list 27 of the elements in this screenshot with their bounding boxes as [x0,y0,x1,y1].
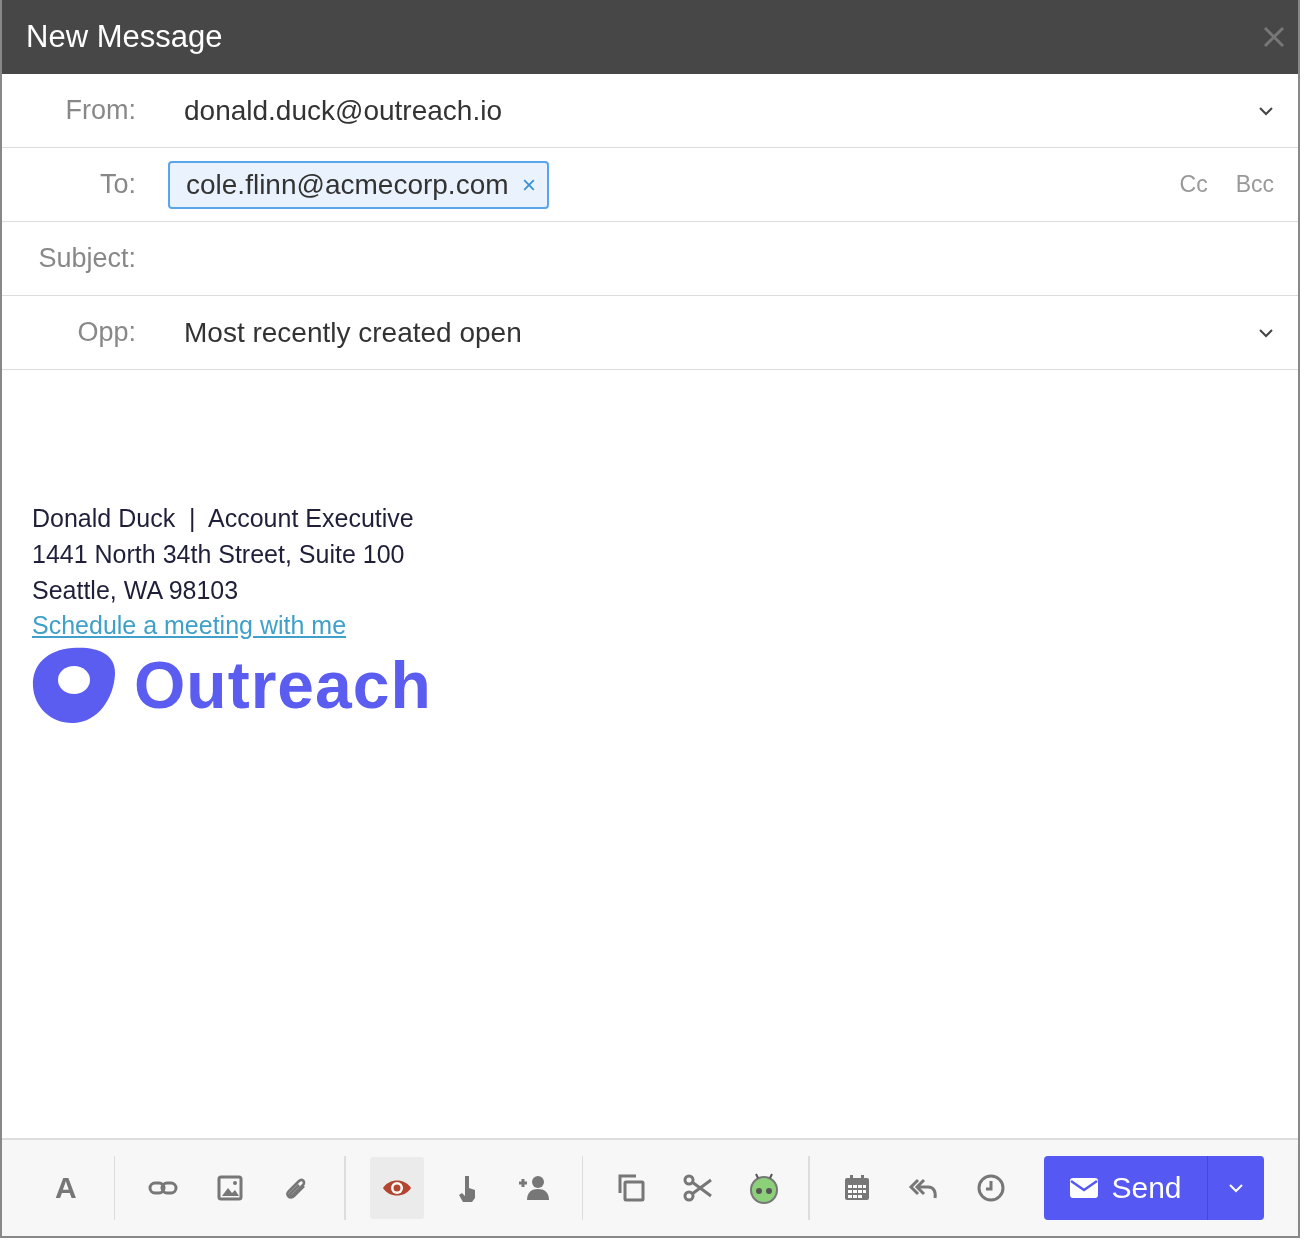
field-label: Opp: [76,317,136,348]
font-button[interactable]: A [42,1157,90,1219]
remove-icon[interactable] [522,178,535,191]
chevron-down-icon [1228,1183,1244,1193]
dropdown-value[interactable]: donald.duck@outreach.io [184,94,1258,127]
window-title: New Message [26,19,223,55]
chevron-down-icon[interactable] [1258,105,1274,116]
field-label: Subject: [37,243,136,274]
recipient-link[interactable]: Bcc [1235,171,1274,198]
send-button[interactable]: Send [1044,1156,1208,1220]
dropdown-value[interactable]: Most recently created open [184,316,1258,349]
robot-icon [748,1172,781,1204]
toolbar-button[interactable] [369,1157,424,1219]
logo-wordmark: Outreach [134,647,432,723]
field-label: From: [64,95,136,126]
chevron-down-icon[interactable] [1258,327,1274,338]
envelope-icon [1069,1176,1100,1200]
schedule-link[interactable]: Schedule a meeting with me [32,608,347,642]
recipient-chip[interactable]: cole.flinn@acmecorp.com [168,160,549,209]
field-label: To: [98,169,136,200]
recipient-link[interactable]: Cc [1179,171,1208,198]
signature-line: Donald Duck | Account Executive [32,503,415,534]
scissors-icon [681,1172,714,1204]
logo-icon [32,646,116,724]
signature-line: 1441 North 34th Street, Suite 100 [32,539,406,570]
close-icon[interactable] [1262,25,1286,49]
signature-line: Seattle, WA 98103 [32,575,240,606]
